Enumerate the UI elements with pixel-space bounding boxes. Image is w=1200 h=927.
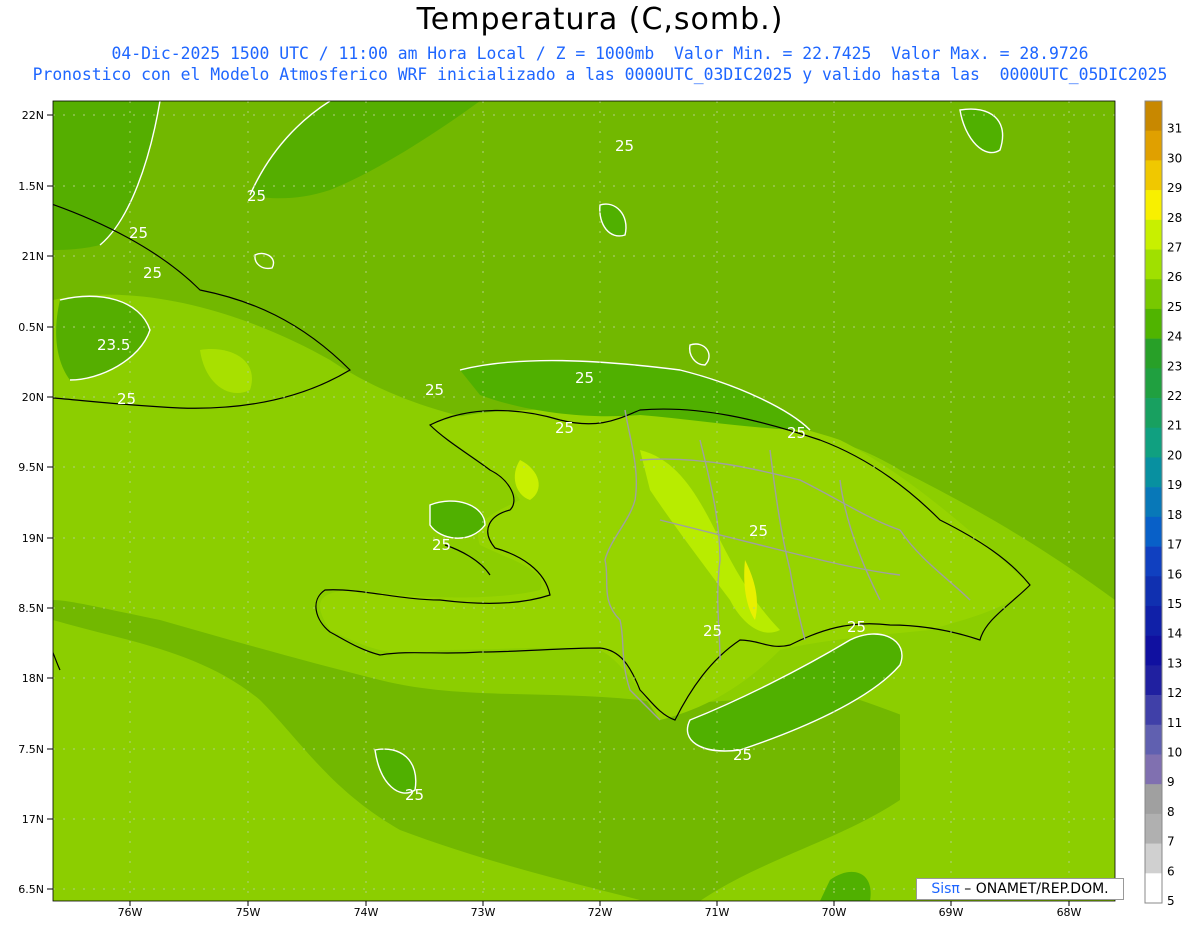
lat-label: 7.5N — [18, 743, 44, 756]
colorbar-tick-label: 19 — [1167, 478, 1182, 492]
colorbar-swatch — [1145, 546, 1162, 577]
lat-label: 9.5N — [18, 461, 44, 474]
colorbar-swatch — [1145, 576, 1162, 607]
contour-label: 25 — [425, 381, 444, 399]
contour-label: 25 — [749, 522, 768, 540]
colorbar-swatch — [1145, 784, 1162, 815]
colorbar-tick-label: 22 — [1167, 389, 1182, 403]
colorbar-swatch — [1145, 873, 1162, 904]
colorbar-tick-label: 26 — [1167, 270, 1182, 284]
contour-label: 25 — [143, 264, 162, 282]
colorbar-tick-label: 21 — [1167, 419, 1182, 433]
colorbar: 31 30 29 28 27 26 25 24 23 22 21 20 19 18 17 16 15 14 13 12… — [1144, 100, 1182, 908]
colorbar-tick-label: 25 — [1167, 300, 1182, 314]
colorbar-tick-label: 20 — [1167, 448, 1182, 462]
lon-label: 72W — [588, 906, 613, 919]
contour-label: 25 — [787, 424, 806, 442]
colorbar-tick-label: 18 — [1167, 508, 1182, 522]
colorbar-tick-label: 13 — [1167, 656, 1182, 670]
colorbar-swatch — [1145, 813, 1162, 844]
colorbar-swatch — [1145, 160, 1162, 191]
contour-label: 25 — [575, 369, 594, 387]
colorbar-swatch — [1145, 843, 1162, 874]
lon-label: 71W — [705, 906, 730, 919]
contour-label: 23.5 — [97, 336, 130, 354]
lon-label: 70W — [822, 906, 847, 919]
colorbar-swatch — [1145, 308, 1162, 339]
colorbar-tick-label: 6 — [1167, 864, 1175, 878]
colorbar-swatch — [1145, 754, 1162, 785]
credit-text: – ONAMET/REP.DOM. — [959, 881, 1109, 897]
colorbar-tick-label: 24 — [1167, 330, 1182, 344]
lat-label: 20N — [22, 391, 44, 404]
contour-label: 25 — [847, 618, 866, 636]
lat-label: 8.5N — [18, 602, 44, 615]
colorbar-tick-label: 11 — [1167, 716, 1182, 730]
lon-label: 75W — [236, 906, 261, 919]
contour-label: 25 — [432, 536, 451, 554]
contour-label: 25 — [117, 390, 136, 408]
colorbar-swatch — [1145, 279, 1162, 310]
lon-label: 74W — [354, 906, 379, 919]
colorbar-tick-label: 14 — [1167, 627, 1182, 641]
colorbar-tick-label: 16 — [1167, 567, 1182, 581]
lat-label: 22N — [22, 109, 44, 122]
lat-label: 21N — [22, 250, 44, 263]
colorbar-tick-label: 5 — [1167, 894, 1175, 908]
contour-label: 25 — [247, 187, 266, 205]
colorbar-swatch — [1145, 101, 1162, 132]
colorbar-swatch — [1145, 249, 1162, 280]
sispi-logo: Sisπ — [931, 881, 960, 897]
contour-label: 25 — [703, 622, 722, 640]
colorbar-tick-label: 29 — [1167, 181, 1182, 195]
temperature-map: 25 25 25 25 23.5 25 25 25 25 25 25 25 25… — [18, 100, 1182, 919]
shaded-field — [53, 101, 1115, 901]
colorbar-swatch — [1145, 398, 1162, 429]
contour-label: 25 — [615, 137, 634, 155]
colorbar-swatch — [1145, 635, 1162, 666]
colorbar-swatch — [1145, 338, 1162, 369]
colorbar-tick-label: 30 — [1167, 151, 1182, 165]
colorbar-swatch — [1145, 190, 1162, 221]
colorbar-tick-label: 31 — [1167, 122, 1182, 136]
colorbar-tick-label: 7 — [1167, 835, 1175, 849]
colorbar-swatch — [1145, 368, 1162, 399]
lat-label: 19N — [22, 532, 44, 545]
colorbar-tick-label: 15 — [1167, 597, 1182, 611]
colorbar-swatch — [1145, 457, 1162, 488]
colorbar-swatch — [1145, 487, 1162, 518]
longitude-axis: 76W 75W 74W 73W 72W 71W 70W 69W 68W — [118, 901, 1082, 919]
colorbar-swatch — [1145, 724, 1162, 755]
lat-label: 1.5N — [18, 180, 44, 193]
colorbar-swatch — [1145, 665, 1162, 696]
contour-label: 25 — [129, 224, 148, 242]
colorbar-tick-label: 8 — [1167, 805, 1175, 819]
credit-box: Sisπ – ONAMET/REP.DOM. — [916, 878, 1124, 900]
colorbar-tick-label: 12 — [1167, 686, 1182, 700]
colorbar-tick-label: 23 — [1167, 359, 1182, 373]
colorbar-tick-label: 28 — [1167, 211, 1182, 225]
colorbar-tick-label: 27 — [1167, 241, 1182, 255]
colorbar-tick-label: 17 — [1167, 538, 1182, 552]
lat-label: 17N — [22, 813, 44, 826]
colorbar-swatch — [1145, 427, 1162, 458]
lat-label: 0.5N — [18, 321, 44, 334]
contour-label: 25 — [555, 419, 574, 437]
lat-label: 6.5N — [18, 883, 44, 896]
colorbar-swatch — [1145, 130, 1162, 161]
colorbar-swatch — [1145, 516, 1162, 547]
contour-label: 25 — [733, 746, 752, 764]
colorbar-tick-label: 9 — [1167, 775, 1175, 789]
lon-label: 69W — [939, 906, 964, 919]
latitude-axis: 22N 1.5N 21N 0.5N 20N 9.5N 19N 8.5N 18N … — [18, 109, 53, 896]
colorbar-tick-label: 10 — [1167, 745, 1182, 759]
lon-label: 76W — [118, 906, 143, 919]
colorbar-swatch — [1145, 605, 1162, 636]
lon-label: 68W — [1057, 906, 1082, 919]
colorbar-swatch — [1145, 219, 1162, 250]
lat-label: 18N — [22, 672, 44, 685]
contour-label: 25 — [405, 786, 424, 804]
colorbar-swatch — [1145, 695, 1162, 726]
lon-label: 73W — [471, 906, 496, 919]
